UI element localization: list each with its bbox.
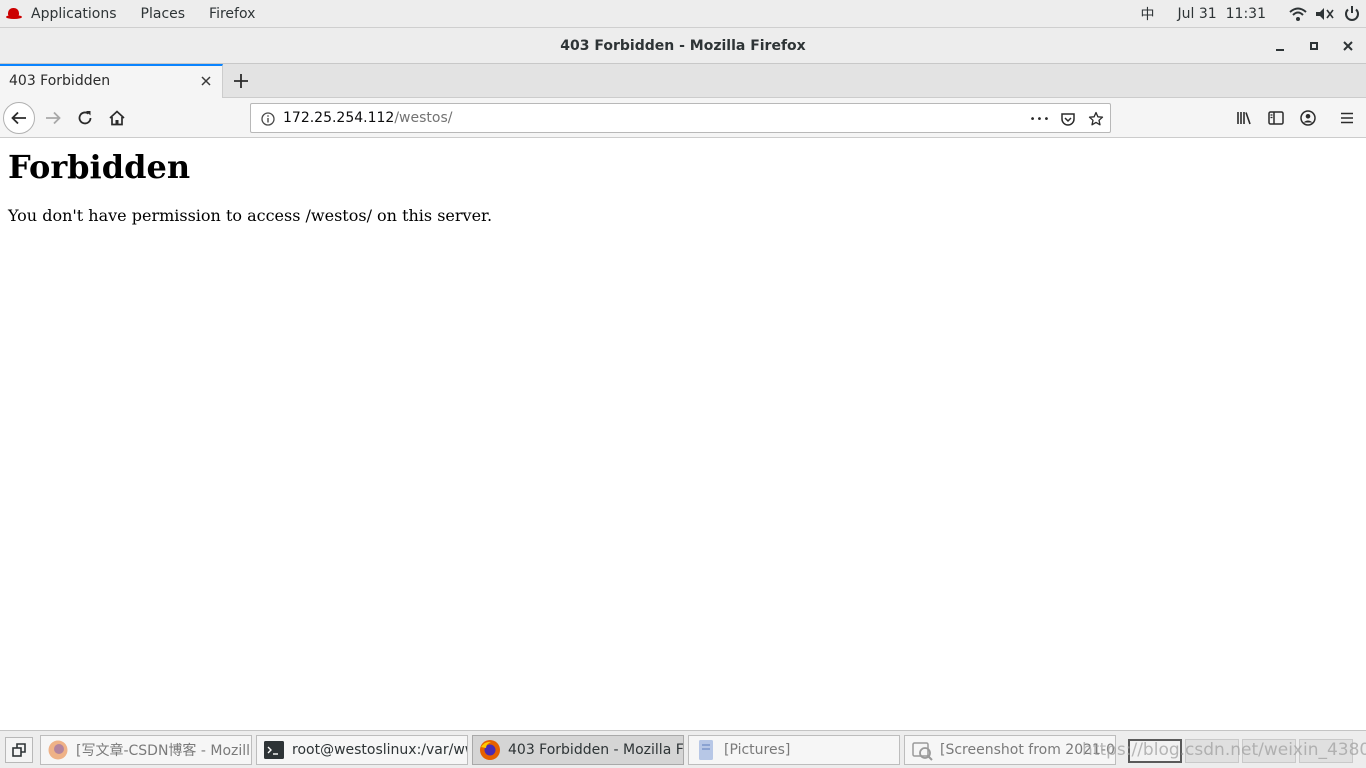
back-arrow-icon xyxy=(11,111,26,125)
firefox-icon xyxy=(47,739,69,761)
url-text[interactable]: 172.25.254.112/westos/ xyxy=(283,110,452,126)
volume-icon xyxy=(1316,8,1334,20)
account-button[interactable] xyxy=(1292,102,1324,134)
places-label: Places xyxy=(140,5,186,22)
home-button[interactable] xyxy=(101,102,133,134)
url-path: /westos/ xyxy=(394,110,453,126)
close-icon xyxy=(201,76,211,86)
input-method-indicator[interactable]: 中 xyxy=(1133,0,1161,28)
close-window-button[interactable] xyxy=(1336,34,1360,58)
reload-button[interactable] xyxy=(69,102,101,134)
redhat-icon xyxy=(6,7,22,20)
library-icon xyxy=(1237,112,1251,125)
gnome-top-bar: Applications Places Firefox 中 Jul 31 11:… xyxy=(0,0,1366,28)
tab-403-forbidden[interactable]: 403 Forbidden xyxy=(0,64,223,98)
navigation-toolbar: 172.25.254.112/westos/ ••• xyxy=(0,98,1366,138)
firefox-app-menu[interactable]: Firefox xyxy=(197,0,267,28)
account-icon xyxy=(1300,110,1316,126)
power-icon xyxy=(1345,6,1359,21)
firefox-menu-label: Firefox xyxy=(209,5,256,22)
taskbar-item-pictures[interactable]: [Pictures] xyxy=(688,735,900,765)
page-actions-button[interactable]: ••• xyxy=(1030,109,1050,129)
plus-icon xyxy=(234,74,248,88)
sidebar-icon xyxy=(1268,111,1284,125)
input-method-label: 中 xyxy=(1140,7,1155,23)
clock-date: Jul 31 xyxy=(1177,6,1217,22)
pocket-icon xyxy=(1061,113,1075,126)
tab-label: 403 Forbidden xyxy=(9,73,111,89)
applications-menu[interactable]: Applications xyxy=(0,0,129,28)
hamburger-menu-icon xyxy=(1341,112,1353,124)
terminal-icon xyxy=(263,739,285,761)
maximize-button[interactable] xyxy=(1302,34,1326,58)
minimize-button[interactable] xyxy=(1268,34,1292,58)
tab-strip: 403 Forbidden xyxy=(0,64,1366,98)
back-button[interactable] xyxy=(3,102,35,134)
new-tab-button[interactable] xyxy=(229,69,253,93)
applications-label: Applications xyxy=(31,5,117,22)
places-menu[interactable]: Places xyxy=(129,0,198,28)
bookmark-star-button[interactable] xyxy=(1086,109,1106,129)
info-icon xyxy=(261,112,275,126)
taskbar-item-label: 403 Forbidden - Mozilla Fir... xyxy=(508,742,683,758)
screenshot-icon xyxy=(911,739,933,761)
firefox-icon xyxy=(479,739,501,761)
open-menu-button[interactable] xyxy=(1331,102,1363,134)
home-icon xyxy=(109,110,125,126)
taskbar-item-label: [写文章-CSDN博客 - Mozill... xyxy=(76,743,251,759)
url-bar[interactable]: 172.25.254.112/westos/ ••• xyxy=(250,103,1111,133)
page-heading: Forbidden xyxy=(8,148,191,186)
star-icon xyxy=(1088,111,1104,126)
tab-close-button[interactable] xyxy=(198,73,214,89)
forward-button[interactable] xyxy=(37,102,69,134)
system-status-icons xyxy=(1289,6,1359,21)
taskbar-item-label: [Pictures] xyxy=(724,742,791,758)
clock[interactable]: Jul 31 11:31 xyxy=(1169,0,1274,28)
show-desktop-icon xyxy=(12,743,26,757)
page-message: You don't have permission to access /wes… xyxy=(8,206,493,225)
clock-time: 11:31 xyxy=(1225,6,1266,22)
reload-icon xyxy=(78,111,92,125)
maximize-icon xyxy=(1310,42,1318,50)
taskbar-item-csdn[interactable]: [写文章-CSDN博客 - Mozill... xyxy=(40,735,252,765)
show-desktop-button[interactable] xyxy=(5,737,33,763)
system-status-area[interactable] xyxy=(1286,0,1366,28)
watermark-text: https://blog.csdn.net/weixin_43803940 xyxy=(1082,740,1366,760)
forward-arrow-icon xyxy=(46,111,61,125)
window-title: 403 Forbidden - Mozilla Firefox xyxy=(560,38,806,54)
library-button[interactable] xyxy=(1228,102,1260,134)
more-icon: ••• xyxy=(1029,113,1051,125)
url-host: 172.25.254.112 xyxy=(283,110,395,126)
sidebar-button[interactable] xyxy=(1260,102,1292,134)
page-content: Forbidden You don't have permission to a… xyxy=(0,139,1366,730)
pocket-button[interactable] xyxy=(1058,109,1078,129)
site-info-button[interactable] xyxy=(258,109,278,129)
taskbar-item-label: root@westoslinux:/var/ww... xyxy=(292,742,467,758)
window-titlebar[interactable]: 403 Forbidden - Mozilla Firefox xyxy=(0,28,1366,64)
taskbar-item-terminal[interactable]: root@westoslinux:/var/ww... xyxy=(256,735,468,765)
file-manager-icon xyxy=(695,739,717,761)
wifi-icon xyxy=(1289,7,1307,16)
taskbar-item-firefox-active[interactable]: 403 Forbidden - Mozilla Fir... xyxy=(472,735,684,765)
close-icon xyxy=(1343,41,1353,51)
window-list-taskbar: [写文章-CSDN博客 - Mozill... root@westoslinux… xyxy=(0,730,1366,768)
minimize-icon xyxy=(1276,49,1284,51)
